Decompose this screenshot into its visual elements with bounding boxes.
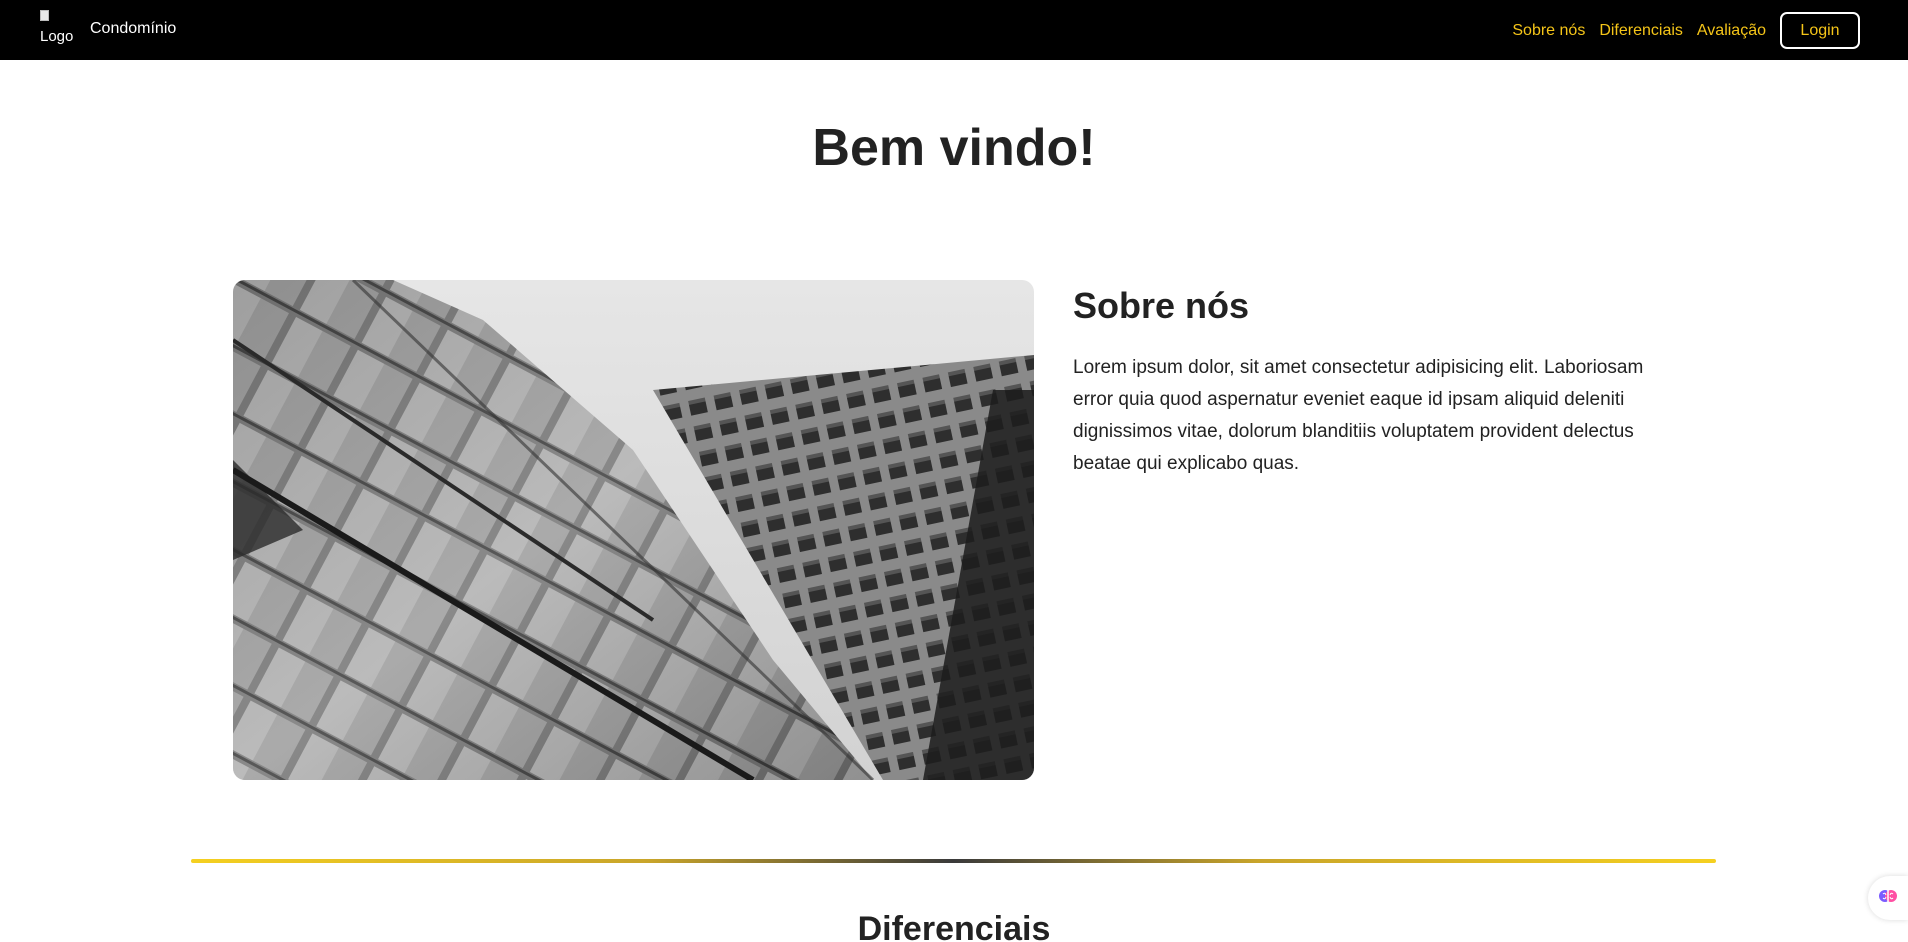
- brain-icon: [1878, 886, 1898, 911]
- about-title: Sobre nós: [1073, 285, 1250, 326]
- features-title: Diferenciais: [857, 910, 1051, 942]
- nav-links: Sobre nós Diferenciais Avaliação Login: [1498, 12, 1860, 49]
- building-photo: [233, 280, 1034, 780]
- floating-assistant-button[interactable]: [1868, 876, 1908, 920]
- brand-name[interactable]: Condomínio: [90, 20, 176, 38]
- broken-image-icon: [40, 10, 49, 21]
- brand[interactable]: Logo Condomínio: [40, 10, 176, 48]
- login-button[interactable]: Login: [1780, 12, 1860, 49]
- section-divider: [191, 859, 1716, 863]
- about-text: Lorem ipsum dolor, sit amet consectetur …: [1073, 357, 1644, 474]
- nav-link-diferenciais[interactable]: Diferenciais: [1599, 22, 1683, 40]
- nav-link-avaliacao[interactable]: Avaliação: [1697, 22, 1766, 40]
- logo-image[interactable]: Logo: [40, 10, 74, 48]
- navbar: Logo Condomínio Sobre nós Diferenciais A…: [0, 0, 1908, 60]
- logo-alt-text: Logo: [40, 28, 74, 45]
- nav-link-sobre-nos[interactable]: Sobre nós: [1512, 22, 1585, 40]
- page-title: Bem vindo!: [812, 119, 1096, 177]
